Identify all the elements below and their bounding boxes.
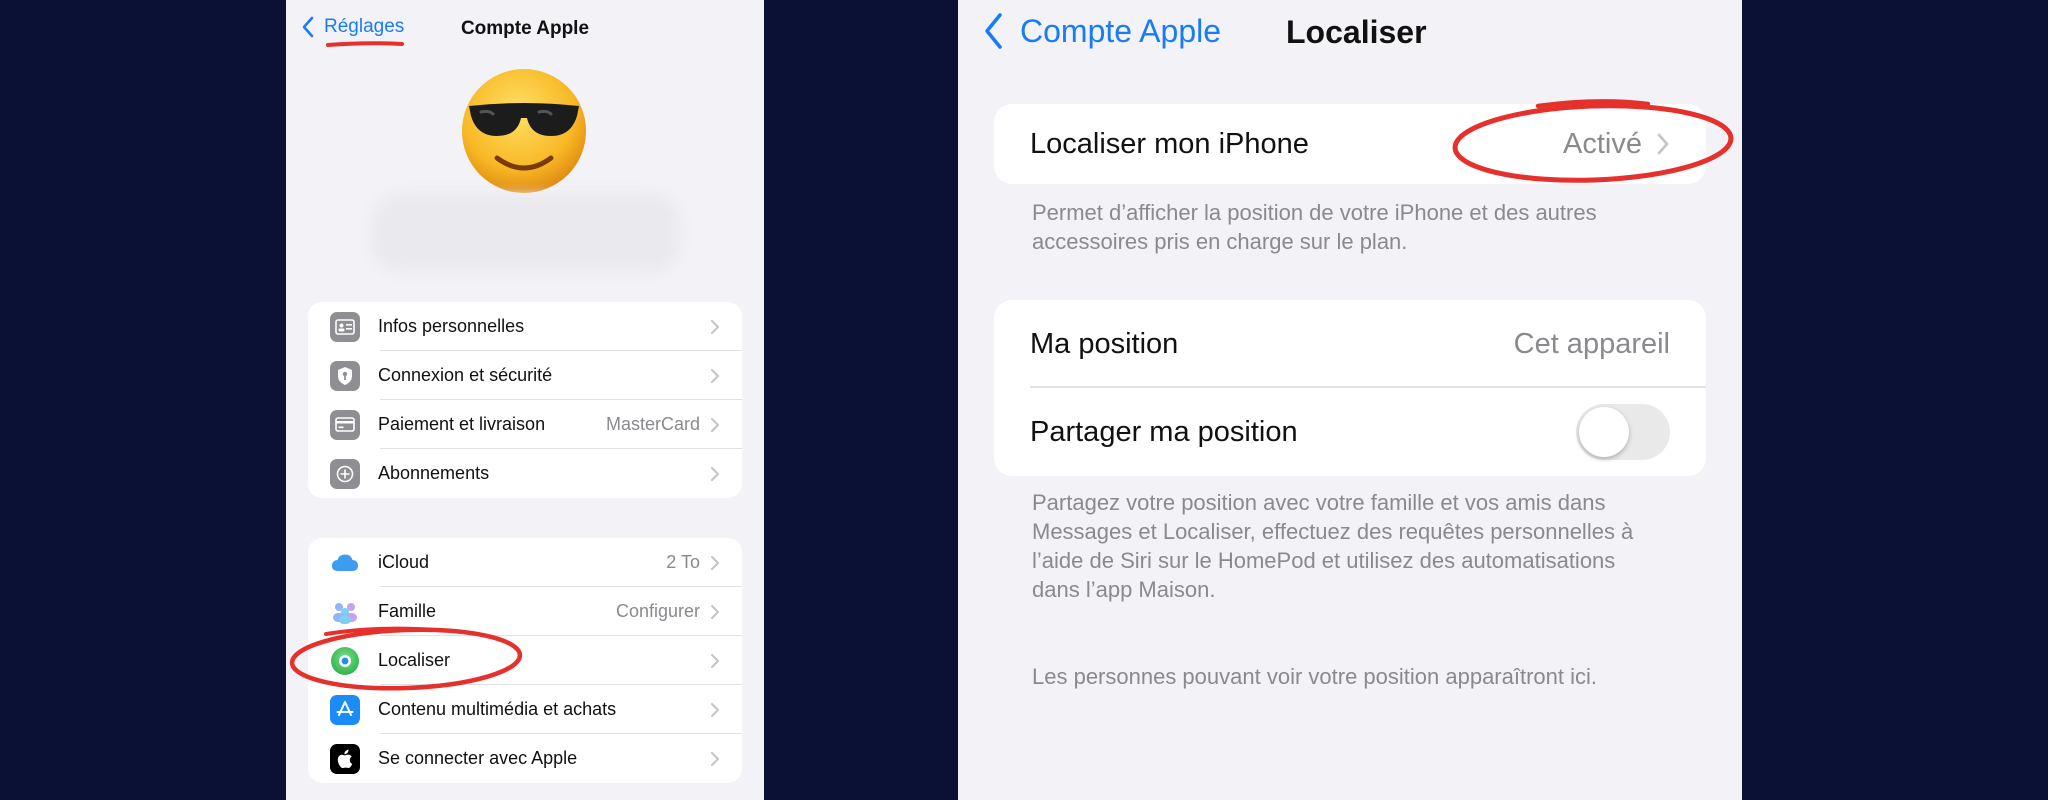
row-subscriptions[interactable]: Abonnements <box>308 449 742 498</box>
row-icloud[interactable]: iCloud 2 To <box>308 538 742 587</box>
row-label: Famille <box>378 601 437 621</box>
row-personal-info[interactable]: Infos personnelles <box>308 302 742 351</box>
icloud-icon <box>330 548 360 578</box>
row-share-location: Partager ma position <box>994 388 1706 476</box>
chevron-right-icon <box>711 702 719 717</box>
row-label: Localiser <box>378 650 451 670</box>
chevron-right-icon <box>1657 133 1669 155</box>
chevron-right-icon <box>711 368 719 383</box>
back-label: Compte Apple <box>1020 12 1222 49</box>
row-label: Connexion et sécurité <box>378 365 553 385</box>
find-my-icon <box>330 646 360 676</box>
account-settings-screen: Réglages Compte Apple Infos personnelles <box>286 0 764 800</box>
chevron-right-icon <box>711 319 719 334</box>
row-label: Infos personnelles <box>378 316 525 336</box>
credit-card-icon <box>330 409 360 440</box>
row-value: Configurer <box>615 601 700 621</box>
row-value: 2 To <box>666 552 700 572</box>
account-settings-group-personal: Infos personnelles Connexion et sécurité… <box>308 302 742 498</box>
find-my-footnote: Permet d’afficher la position de votre i… <box>1032 200 1597 254</box>
row-sign-in-with-apple[interactable]: Se connecter avec Apple <box>308 734 742 783</box>
page-title: Compte Apple <box>460 18 590 39</box>
row-label: Partager ma position <box>1030 415 1298 448</box>
chevron-right-icon <box>711 417 719 432</box>
row-payment-shipping[interactable]: Paiement et livraison MasterCard <box>308 400 742 449</box>
page-title: Localiser <box>1286 14 1427 50</box>
row-label: Ma position <box>1030 327 1179 360</box>
chevron-right-icon <box>711 555 719 570</box>
chevron-right-icon <box>711 466 719 481</box>
family-icon <box>330 597 360 627</box>
account-settings-group-services: iCloud 2 To Famille Configurer Localiser <box>308 538 742 783</box>
key-shield-icon <box>330 360 360 391</box>
share-location-footnote: Partagez votre position avec votre famil… <box>1032 490 1634 602</box>
row-find-my[interactable]: Localiser <box>308 636 742 685</box>
navigation-bar: Réglages Compte Apple <box>286 0 764 60</box>
red-underline-annotation <box>326 41 404 47</box>
back-button[interactable]: Compte Apple <box>982 12 1221 50</box>
apple-logo-icon <box>330 743 360 774</box>
subscriptions-icon <box>330 458 360 489</box>
row-label: Localiser mon iPhone <box>1030 127 1309 160</box>
row-value: Cet appareil <box>1513 327 1670 360</box>
row-media-purchases[interactable]: Contenu multimédia et achats <box>308 685 742 734</box>
row-label: iCloud <box>378 552 430 572</box>
find-my-settings-screen: Compte Apple Localiser Localiser mon iPh… <box>958 0 1742 800</box>
row-value: MasterCard <box>605 414 700 434</box>
id-card-icon <box>330 311 360 342</box>
toggle-knob <box>1579 407 1629 457</box>
location-sharing-card: Ma position Cet appareil Partager ma pos… <box>994 300 1706 476</box>
row-family[interactable]: Famille Configurer <box>308 587 742 636</box>
people-footnote: Les personnes pouvant voir votre positio… <box>1032 664 1597 689</box>
chevron-right-icon <box>711 604 719 619</box>
app-store-icon <box>330 694 360 725</box>
row-label: Se connecter avec Apple <box>378 748 578 768</box>
chevron-right-icon <box>711 751 719 766</box>
sunglasses-emoji-avatar <box>462 69 586 193</box>
row-find-my-iphone[interactable]: Localiser mon iPhone Activé <box>994 104 1706 184</box>
chevron-right-icon <box>711 653 719 668</box>
share-location-toggle[interactable] <box>1576 404 1670 460</box>
row-label: Abonnements <box>378 463 490 483</box>
chevron-left-icon <box>985 13 1002 49</box>
row-value: Activé <box>1563 127 1642 160</box>
row-my-location[interactable]: Ma position Cet appareil <box>994 300 1706 388</box>
blurred-account-name <box>372 194 680 272</box>
row-label: Contenu multimédia et achats <box>378 699 617 719</box>
row-sign-in-security[interactable]: Connexion et sécurité <box>308 351 742 400</box>
row-label: Paiement et livraison <box>378 414 546 434</box>
find-my-iphone-card: Localiser mon iPhone Activé <box>994 104 1706 184</box>
